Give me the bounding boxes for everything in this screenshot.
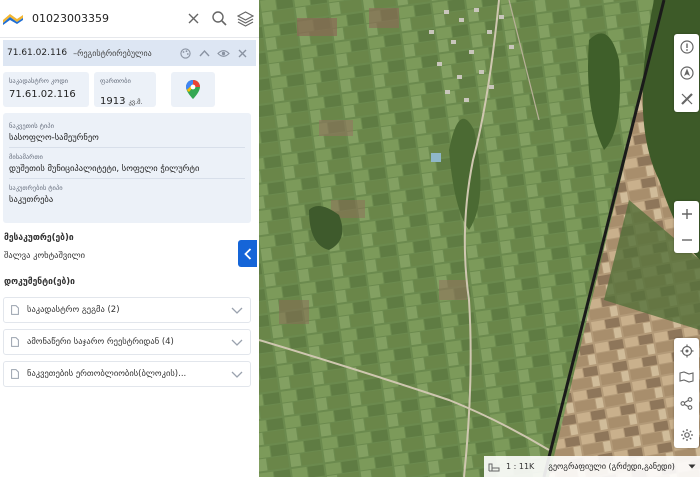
logo-icon[interactable] bbox=[2, 12, 28, 26]
property-type-label: ნაკვეთის ტიპი bbox=[9, 122, 54, 130]
map-pin-icon bbox=[186, 80, 200, 99]
collapse-panel-button[interactable] bbox=[238, 240, 257, 267]
measure-icon[interactable] bbox=[674, 86, 699, 112]
ownership-type-value: საკუთრება bbox=[9, 195, 54, 205]
info-icon[interactable] bbox=[674, 34, 699, 60]
scale-value: 1 : 11K bbox=[506, 462, 535, 471]
area-card: ფართობი 1913 კვ.მ. bbox=[94, 72, 156, 107]
chevron-left-icon bbox=[243, 247, 251, 260]
map-view[interactable]: 1 : 11K გეოგრაფიული (გრძედი,განედი) bbox=[259, 0, 700, 477]
parcel-details: ნაკვეთის ტიპი სასოფლო-სამეურნეო მისამართ… bbox=[3, 113, 251, 223]
document-label: საკადასტრო გეგმა (2) bbox=[27, 305, 120, 315]
map-fold-icon[interactable] bbox=[674, 364, 699, 390]
chevron-up-icon[interactable] bbox=[195, 49, 214, 57]
zoom-out-icon[interactable] bbox=[674, 227, 699, 253]
ownership-type-label: საკუთრების ტიპი bbox=[9, 184, 63, 192]
area-unit: კვ.მ. bbox=[128, 98, 143, 106]
close-icon[interactable] bbox=[180, 0, 206, 38]
area-value: 1913 bbox=[100, 96, 126, 107]
owner-name: შალვა კოხტაშვილი bbox=[4, 251, 86, 261]
eye-icon[interactable] bbox=[214, 49, 233, 58]
chevron-down-icon[interactable] bbox=[229, 307, 243, 314]
search-icon[interactable] bbox=[206, 0, 232, 38]
navigation-icon[interactable] bbox=[674, 60, 699, 86]
document-icon bbox=[11, 369, 23, 379]
document-icon bbox=[11, 337, 23, 347]
scale-bar: 1 : 11K გეოგრაფიული (გრძედი,განედი) bbox=[484, 456, 700, 477]
document-label: ნაკვეთების ერთობლიობის(ბლოკის)... bbox=[27, 369, 187, 379]
cadastral-code-card: საკადასტრო კოდი 71.61.02.116 bbox=[3, 72, 89, 107]
property-type-row: ნაკვეთის ტიპი სასოფლო-სამეურნეო bbox=[9, 117, 245, 148]
owners-title: მესაკუთრე(ებ)ი bbox=[4, 233, 74, 243]
document-item[interactable]: საკადასტრო გეგმა (2) bbox=[3, 297, 251, 323]
address-row: მისამართი დუშეთის მუნიციპალიტეტი, სოფელი… bbox=[9, 148, 245, 179]
close-panel-icon[interactable] bbox=[233, 49, 252, 58]
zoom-in-icon[interactable] bbox=[674, 201, 699, 227]
ownership-type-row: საკუთრების ტიპი საკუთრება bbox=[9, 179, 245, 209]
search-bar bbox=[0, 0, 259, 38]
zoom-controls bbox=[674, 201, 699, 253]
document-label: ამონაწერი საჯარო რეესტრიდან (4) bbox=[27, 337, 174, 347]
cadastral-code-value: 71.61.02.116 bbox=[9, 89, 76, 100]
parcel-status: –რეგისტრირებულია bbox=[73, 48, 152, 58]
chevron-down-icon[interactable] bbox=[229, 371, 243, 378]
settings-gear-icon[interactable] bbox=[674, 422, 699, 448]
map-tools-top bbox=[674, 34, 699, 112]
summary-cards: საკადასტრო კოდი 71.61.02.116 ფართობი 191… bbox=[3, 72, 259, 107]
chevron-down-icon[interactable] bbox=[688, 464, 696, 469]
address-value: დუშეთის მუნიციპალიტეტი, სოფელი ჭილურტი bbox=[9, 164, 200, 174]
document-item[interactable]: ამონაწერი საჯარო რეესტრიდან (4) bbox=[3, 329, 251, 355]
left-panel: 71.61.02.116 –რეგისტრირებულია საკადასტრო… bbox=[0, 0, 259, 477]
chevron-down-icon[interactable] bbox=[229, 339, 243, 346]
share-icon[interactable] bbox=[674, 390, 699, 416]
layers-icon[interactable] bbox=[232, 0, 258, 38]
satellite-imagery[interactable] bbox=[259, 0, 700, 477]
property-type-value: სასოფლო-სამეურნეო bbox=[9, 133, 99, 143]
coordinate-system-select[interactable]: გეოგრაფიული (გრძედი,განედი) bbox=[548, 462, 688, 471]
map-tools-bottom bbox=[674, 338, 699, 448]
google-maps-button[interactable] bbox=[171, 72, 215, 107]
document-icon bbox=[11, 305, 23, 315]
documents-title: დოკუმენტი(ებ)ი bbox=[4, 277, 75, 287]
area-label: ფართობი bbox=[100, 77, 131, 85]
documents-list: საკადასტრო გეგმა (2) ამონაწერი საჯარო რე… bbox=[0, 297, 259, 387]
document-item[interactable]: ნაკვეთების ერთობლიობის(ბლოკის)... bbox=[3, 361, 251, 387]
address-label: მისამართი bbox=[9, 153, 43, 161]
parcel-code: 71.61.02.116 bbox=[7, 48, 68, 58]
parcel-header: 71.61.02.116 –რეგისტრირებულია bbox=[3, 40, 256, 66]
ruler-icon bbox=[488, 463, 500, 471]
locate-icon[interactable] bbox=[674, 338, 699, 364]
palette-icon[interactable] bbox=[176, 47, 195, 59]
cadastral-code-label: საკადასტრო კოდი bbox=[9, 77, 69, 85]
search-input[interactable] bbox=[32, 12, 180, 25]
